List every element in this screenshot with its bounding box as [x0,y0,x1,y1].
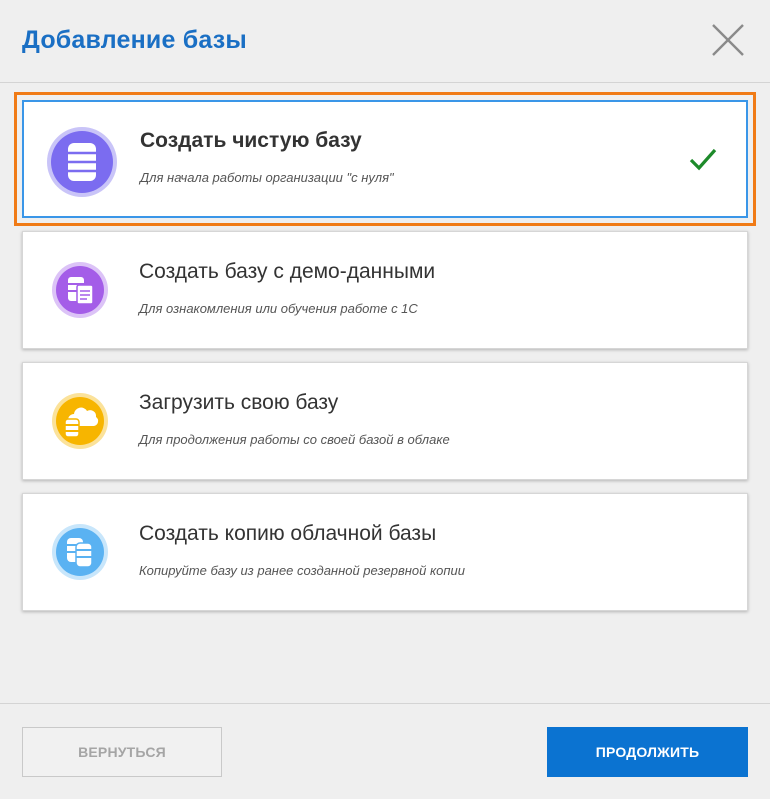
dialog-footer: ВЕРНУТЬСЯ ПРОДОЛЖИТЬ [0,703,770,799]
option-title: Создать базу с демо-данными [139,260,436,283]
option-create-demo-db[interactable]: Создать базу с демо-данными Для ознакомл… [22,231,748,349]
demo-database-icon [51,261,109,319]
add-database-dialog: Добавление базы Создать чистую базу Для … [0,0,770,799]
back-button[interactable]: ВЕРНУТЬСЯ [22,727,222,777]
option-description: Для ознакомления или обучения работе с 1… [139,301,418,316]
option-title: Создать чистую базу [140,129,362,152]
option-copy-cloud-db[interactable]: Создать копию облачной базы Копируйте ба… [22,493,748,611]
option-description: Для продолжения работы со своей базой в … [139,432,450,447]
option-title: Загрузить свою базу [139,391,339,414]
close-button[interactable] [710,22,746,58]
option-upload-db[interactable]: Загрузить свою базу Для продолжения рабо… [22,362,748,480]
dialog-title: Добавление базы [22,26,247,54]
option-description: Для начала работы организации "с нуля" [140,170,394,185]
option-create-clean-db[interactable]: Создать чистую базу Для начала работы ор… [22,100,748,218]
copy-database-icon [51,523,109,581]
option-title: Создать копию облачной базы [139,522,437,545]
database-icon [46,126,118,198]
close-icon [712,24,744,56]
option-description: Копируйте базу из ранее созданной резерв… [139,563,465,578]
continue-button[interactable]: ПРОДОЛЖИТЬ [547,727,748,777]
cloud-upload-database-icon [51,392,109,450]
dialog-header: Добавление базы [0,0,770,83]
checkmark-icon [689,147,717,171]
